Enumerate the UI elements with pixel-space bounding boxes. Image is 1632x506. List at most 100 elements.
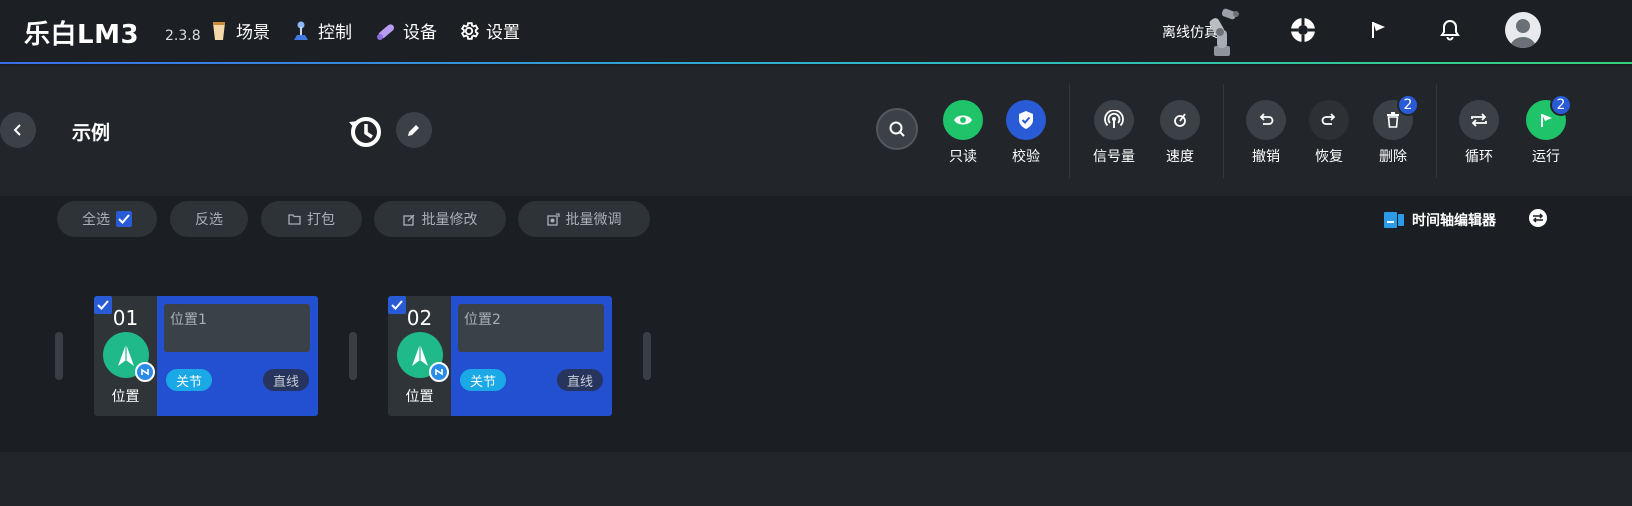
- flag-icon[interactable]: [1362, 14, 1394, 46]
- search-button[interactable]: [876, 108, 918, 150]
- tool-signal[interactable]: 信号量: [1084, 100, 1144, 166]
- program-node-card[interactable]: 02 位置 位置2 关节 直线: [388, 296, 612, 416]
- trash-icon: 2: [1373, 94, 1419, 140]
- tool-delete[interactable]: 2 删除: [1363, 94, 1423, 166]
- node-type-panel: 02 位置: [388, 296, 451, 416]
- gear-icon: [458, 20, 480, 42]
- history-icon: [349, 117, 381, 147]
- node-detail-panel: 位置1 关节 直线: [157, 296, 318, 416]
- node-type-label: 位置: [111, 389, 140, 405]
- toolbar-divider: [1069, 84, 1070, 178]
- page-title: 示例: [72, 122, 111, 144]
- nav-item-device[interactable]: 设备: [375, 18, 437, 43]
- invert-label: 反选: [195, 212, 223, 228]
- batch-edit-label: 批量修改: [421, 212, 478, 228]
- back-button[interactable]: [0, 112, 36, 148]
- tool-label-loop: 循环: [1465, 149, 1493, 165]
- nav-item-scene[interactable]: 场景: [208, 18, 270, 43]
- select-all-label: 全选: [82, 212, 110, 228]
- redo-icon: [1309, 100, 1349, 140]
- position-icon: [102, 332, 155, 382]
- search-icon: [889, 121, 905, 137]
- cup-icon: [208, 20, 230, 42]
- invert-selection-button[interactable]: 反选: [170, 201, 248, 237]
- node-number: 02: [406, 306, 433, 330]
- tool-redo[interactable]: 恢复: [1299, 100, 1359, 166]
- batch-tune-button[interactable]: 批量微调: [518, 201, 650, 237]
- speed-icon: [1160, 100, 1200, 140]
- checkbox-checked-icon[interactable]: [94, 296, 112, 314]
- tool-label-signal: 信号量: [1093, 149, 1135, 165]
- node-name-field[interactable]: 位置2: [458, 304, 604, 352]
- joystick-icon: [290, 20, 312, 42]
- edit-title-button[interactable]: [396, 112, 432, 148]
- toolbar-divider: [1436, 84, 1437, 178]
- nav-label-settings: 设置: [486, 23, 520, 43]
- tool-label-validate: 校验: [1012, 149, 1040, 165]
- program-node-card[interactable]: 01 位置 位置1 关节 直线: [94, 296, 318, 416]
- nav-item-control[interactable]: 控制: [290, 18, 352, 43]
- tool-undo[interactable]: 撤销: [1236, 100, 1296, 166]
- robot-arm-icon[interactable]: [1200, 6, 1250, 58]
- signal-icon: [1094, 100, 1134, 140]
- timeline-editor-button[interactable]: 时间轴编辑器: [1384, 210, 1496, 230]
- app-version: 2.3.8: [165, 28, 201, 44]
- position-icon: [396, 332, 449, 382]
- tool-label-run: 运行: [1532, 149, 1560, 165]
- eye-icon: [943, 100, 983, 140]
- motion-type-tag[interactable]: 直线: [556, 369, 603, 391]
- checkbox-checked-icon[interactable]: [388, 296, 406, 314]
- joint-tag[interactable]: 关节: [166, 369, 213, 391]
- insert-handle[interactable]: [349, 332, 357, 380]
- program-toolbar: 示例 只读 校验 信号量 速度 撤销 恢复 2 删除 循环 2 运行: [0, 66, 1632, 196]
- flag-icon: 2: [1526, 94, 1572, 140]
- node-type-panel: 01 位置: [94, 296, 157, 416]
- swap-icon[interactable]: [1529, 209, 1547, 227]
- target-icon[interactable]: [1287, 14, 1319, 46]
- tool-label-redo: 恢复: [1315, 149, 1343, 165]
- node-name-field[interactable]: 位置1: [164, 304, 310, 352]
- insert-handle[interactable]: [55, 332, 63, 380]
- chevron-left-icon: [13, 124, 21, 136]
- waypoint-badge-icon: [428, 362, 449, 382]
- pack-label: 打包: [307, 212, 335, 228]
- batch-edit-icon: [402, 214, 414, 226]
- header-gradient-line: [0, 62, 1632, 64]
- tool-run[interactable]: 2 运行: [1516, 94, 1576, 166]
- run-count-badge: 2: [1550, 94, 1572, 116]
- tool-validate[interactable]: 校验: [996, 100, 1056, 166]
- select-all-button[interactable]: 全选: [57, 201, 157, 237]
- tool-readonly[interactable]: 只读: [933, 100, 993, 166]
- nav-label-scene: 场景: [236, 23, 270, 43]
- shield-icon: [1006, 100, 1046, 140]
- tool-label-delete: 删除: [1379, 149, 1407, 165]
- delete-count-badge: 2: [1397, 94, 1419, 116]
- insert-handle[interactable]: [643, 332, 651, 380]
- tool-speed[interactable]: 速度: [1150, 100, 1210, 166]
- tool-label-readonly: 只读: [949, 149, 977, 165]
- pack-button[interactable]: 打包: [261, 201, 362, 237]
- device-icon: [375, 20, 397, 42]
- nav-item-settings[interactable]: 设置: [458, 18, 520, 43]
- top-bar: 乐白LM3 2.3.8 场景 控制 设备 设置 离线仿真: [0, 0, 1632, 64]
- tool-label-speed: 速度: [1166, 149, 1194, 165]
- batch-tune-icon: [546, 212, 560, 226]
- joint-tag[interactable]: 关节: [460, 369, 507, 391]
- toolbar-divider: [1223, 84, 1224, 178]
- node-detail-panel: 位置2 关节 直线: [451, 296, 612, 416]
- avatar[interactable]: [1505, 12, 1541, 48]
- tool-loop[interactable]: 循环: [1449, 100, 1509, 166]
- bell-icon[interactable]: [1434, 14, 1466, 46]
- timeline-icon: [1384, 212, 1404, 228]
- motion-type-tag[interactable]: 直线: [262, 369, 309, 391]
- timeline-editor-label: 时间轴编辑器: [1412, 213, 1496, 229]
- history-button[interactable]: [346, 112, 384, 150]
- nav-label-device: 设备: [403, 23, 437, 43]
- waypoint-badge-icon: [134, 362, 155, 382]
- undo-icon: [1246, 100, 1286, 140]
- pencil-icon: [408, 125, 419, 136]
- loop-icon: [1459, 100, 1499, 140]
- app-brand: 乐白LM3: [24, 20, 140, 50]
- tool-label-undo: 撤销: [1252, 149, 1280, 165]
- batch-edit-button[interactable]: 批量修改: [374, 201, 506, 237]
